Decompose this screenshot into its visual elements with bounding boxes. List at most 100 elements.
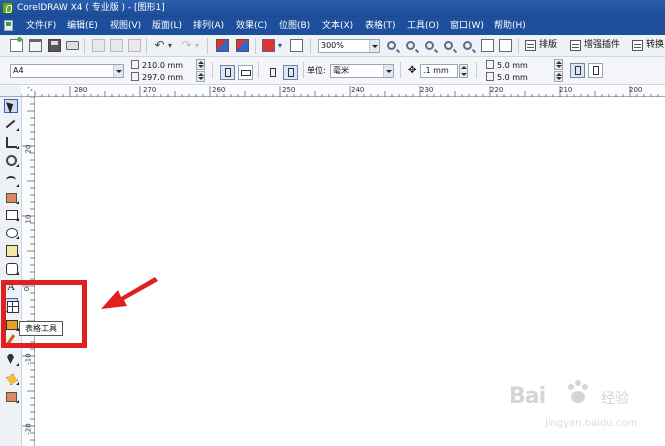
new-document-icon[interactable] <box>10 37 23 52</box>
vertical-ruler[interactable]: 20 10 0 -10 -20 <box>22 97 35 446</box>
undo-dropdown-icon[interactable]: ▾ <box>166 39 174 52</box>
zoom-in-icon[interactable] <box>387 41 396 50</box>
menu-edit[interactable]: 编辑(E) <box>67 17 98 35</box>
ruler-label: 260 <box>212 86 226 94</box>
duplicate-y-spinner[interactable] <box>554 71 563 82</box>
portrait-button[interactable] <box>220 65 235 80</box>
width-spinner[interactable] <box>196 59 205 70</box>
menu-layout[interactable]: 版面(L) <box>152 17 182 35</box>
menu-window[interactable]: 窗口(W) <box>450 17 484 35</box>
import-icon[interactable] <box>216 39 229 52</box>
open-icon[interactable] <box>29 39 42 52</box>
duplicate-y-field[interactable]: 5.0 mm <box>486 72 528 84</box>
separator <box>84 38 85 54</box>
all-pages-button[interactable] <box>265 65 280 80</box>
page-height-field[interactable]: 297.0 mm <box>131 72 183 84</box>
save-icon[interactable] <box>48 39 61 52</box>
zoom-tool-icon[interactable] <box>4 153 19 167</box>
menu-bitmaps[interactable]: 位图(B) <box>279 17 310 35</box>
flyout-indicator-icon <box>16 363 19 366</box>
zoom-page-width-icon[interactable] <box>481 39 494 52</box>
paper-size-combo[interactable]: A4 <box>10 64 124 78</box>
separator <box>518 38 519 54</box>
page-width-field[interactable]: 210.0 mm <box>131 60 183 72</box>
zoom-level-combo[interactable]: 300% <box>318 39 380 53</box>
page-width-value: 210.0 mm <box>142 61 184 70</box>
watermark-url: jingyan.baidu.com <box>545 418 638 429</box>
interactive-fill-tool-icon[interactable] <box>4 389 19 403</box>
nudge-spinner[interactable] <box>459 64 468 78</box>
duplicate-y-icon <box>486 72 494 81</box>
fill-tool-icon[interactable] <box>4 371 19 385</box>
menu-effects[interactable]: 效果(C) <box>236 17 267 35</box>
menu-view[interactable]: 视图(V) <box>110 17 141 35</box>
units-setting-button[interactable] <box>570 63 585 78</box>
duplicate-x-spinner[interactable] <box>554 59 563 70</box>
toolbox: A <box>0 97 22 446</box>
snap-to-grid-button[interactable] <box>588 63 603 78</box>
nudge-distance-value: .1 mm <box>423 66 449 75</box>
basic-shapes-tool-icon[interactable] <box>4 261 19 275</box>
export-icon[interactable] <box>236 39 249 52</box>
ruler-corner[interactable] <box>0 86 21 97</box>
rectangle-tool-icon[interactable] <box>4 207 19 221</box>
zoom-all-objects-icon[interactable] <box>444 41 453 50</box>
ruler-label: 280 <box>74 86 88 94</box>
flyout-indicator-icon <box>16 218 19 221</box>
outline-pen-tool-icon[interactable] <box>4 352 19 366</box>
duplicate-x-icon <box>486 60 494 69</box>
current-page-button[interactable] <box>283 65 298 80</box>
redo-icon[interactable]: ↷ <box>180 39 193 52</box>
menu-text[interactable]: 文本(X) <box>322 17 353 35</box>
height-spinner[interactable] <box>196 71 205 82</box>
units-combo[interactable]: 毫米 <box>330 64 394 78</box>
landscape-button[interactable] <box>238 65 253 80</box>
application-launcher-icon[interactable] <box>262 39 275 52</box>
redo-dropdown-icon[interactable]: ▾ <box>193 39 201 52</box>
cut-icon[interactable] <box>92 39 105 52</box>
standard-toolbar: ↶ ▾ ↷ ▾ ▾ 300% 排版 增强插件 转换 <box>0 35 665 57</box>
zoom-out-icon[interactable] <box>406 41 415 50</box>
watermark-brand: Bai <box>509 384 546 409</box>
plugin-button[interactable]: 增强插件 <box>570 38 620 53</box>
zoom-selected-icon[interactable] <box>425 41 434 50</box>
flyout-indicator-icon <box>16 236 19 239</box>
flyout-indicator-icon <box>16 382 19 385</box>
menu-arrange[interactable]: 排列(A) <box>193 17 224 35</box>
nudge-distance-field[interactable]: .1 mm <box>420 64 458 78</box>
pick-tool-icon[interactable] <box>4 99 18 113</box>
launcher-dropdown-icon[interactable]: ▾ <box>276 39 284 52</box>
undo-icon[interactable]: ↶ <box>153 39 166 52</box>
flyout-indicator-icon <box>16 400 19 403</box>
zoom-page-icon[interactable] <box>463 41 472 50</box>
zoom-page-height-icon[interactable] <box>499 39 512 52</box>
document-icon[interactable] <box>4 20 13 31</box>
chevron-down-icon[interactable] <box>113 65 123 77</box>
horizontal-ruler[interactable]: ⁺ₓ 280 270 260 250 240 230 220 210 200 <box>21 86 665 97</box>
convert-button[interactable]: 转换 <box>632 38 664 53</box>
copy-icon[interactable] <box>110 39 123 52</box>
chevron-down-icon[interactable] <box>383 65 393 77</box>
landscape-icon <box>241 70 251 76</box>
plugin-icon <box>570 40 581 51</box>
chevron-down-icon[interactable] <box>369 40 379 52</box>
menu-file[interactable]: 文件(F) <box>26 17 56 35</box>
print-icon[interactable] <box>66 41 79 50</box>
duplicate-y-value: 5.0 mm <box>497 73 528 82</box>
menu-help[interactable]: 帮助(H) <box>494 17 526 35</box>
welcome-screen-icon[interactable] <box>290 39 303 52</box>
duplicate-x-value: 5.0 mm <box>497 61 528 70</box>
duplicate-x-field[interactable]: 5.0 mm <box>486 60 528 72</box>
ellipse-tool-icon[interactable] <box>4 225 19 239</box>
menu-table[interactable]: 表格(T) <box>365 17 396 35</box>
freehand-tool-icon[interactable] <box>4 173 19 187</box>
paste-icon[interactable] <box>128 39 141 52</box>
layout-button[interactable]: 排版 <box>525 38 557 53</box>
menu-tools[interactable]: 工具(O) <box>407 17 439 35</box>
polygon-tool-icon[interactable] <box>4 243 19 257</box>
crop-tool-icon[interactable] <box>4 135 19 149</box>
shape-tool-icon[interactable] <box>4 117 19 131</box>
smart-fill-tool-icon[interactable] <box>4 190 19 204</box>
menu-bar: 文件(F) 编辑(E) 视图(V) 版面(L) 排列(A) 效果(C) 位图(B… <box>0 17 665 35</box>
units-setting-icon <box>575 66 581 75</box>
